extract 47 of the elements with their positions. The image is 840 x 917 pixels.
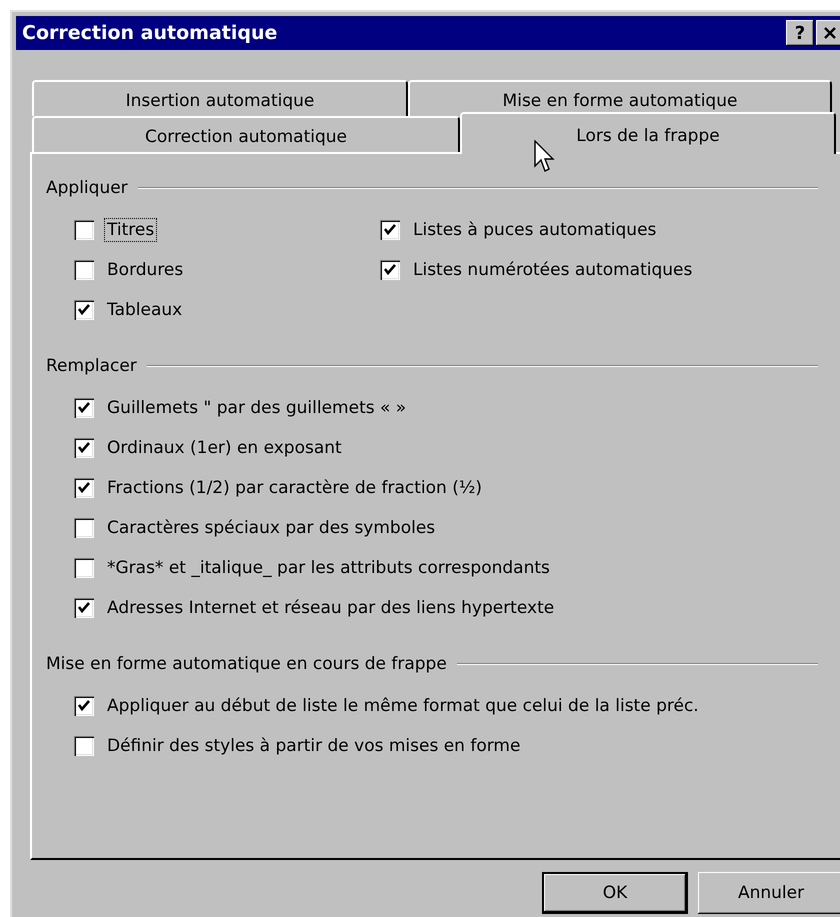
- checkbox-label[interactable]: Bordures: [104, 258, 186, 282]
- checkmark-icon: [77, 699, 91, 713]
- checkbox-label[interactable]: Guillemets " par des guillemets « »: [104, 396, 410, 420]
- checkbox-label[interactable]: Définir des styles à partir de vos mises en forme: [104, 734, 524, 758]
- checkbox[interactable]: [74, 438, 94, 458]
- dialog-button[interactable]: Annuler: [698, 872, 840, 914]
- checkbox-label[interactable]: Appliquer au début de liste le même format que celui de la liste préc.: [104, 694, 702, 718]
- checkbox[interactable]: [74, 518, 94, 538]
- checkbox-label[interactable]: Titres: [104, 218, 158, 242]
- tab[interactable]: Correction automatique: [32, 116, 460, 152]
- tab[interactable]: Lors de la frappe: [460, 112, 836, 154]
- checkbox-label[interactable]: Ordinaux (1er) en exposant: [104, 436, 345, 460]
- checkbox[interactable]: [74, 220, 94, 240]
- checkbox[interactable]: [74, 260, 94, 280]
- group-title: Remplacer: [46, 356, 137, 376]
- checkbox-label[interactable]: Tableaux: [104, 298, 186, 322]
- group-title: Appliquer: [46, 178, 128, 198]
- checkbox[interactable]: [74, 398, 94, 418]
- checkbox[interactable]: [74, 300, 94, 320]
- checkmark-icon: [77, 441, 91, 455]
- dialog-button[interactable]: OK: [542, 872, 688, 914]
- checkbox[interactable]: [74, 598, 94, 618]
- close-icon: [823, 26, 837, 40]
- checkmark-icon: [77, 401, 91, 415]
- checkbox[interactable]: [380, 260, 400, 280]
- checkbox-label[interactable]: Fractions (1/2) par caractère de fraction (½): [104, 476, 485, 500]
- checkbox-label[interactable]: *Gras* et _italique_ par les attributs correspondants: [104, 556, 553, 580]
- checkbox[interactable]: [74, 478, 94, 498]
- checkbox-label[interactable]: Caractères spéciaux par des symboles: [104, 516, 438, 540]
- checkbox-label[interactable]: Listes à puces automatiques: [410, 218, 660, 242]
- mouse-pointer-icon: [534, 140, 556, 174]
- checkbox[interactable]: [74, 736, 94, 756]
- help-button[interactable]: ?: [786, 20, 814, 46]
- checkbox-label[interactable]: Listes numérotées automatiques: [410, 258, 696, 282]
- checkmark-icon: [383, 263, 397, 277]
- checkmark-icon: [383, 223, 397, 237]
- checkmark-icon: [77, 303, 91, 317]
- checkmark-icon: [77, 481, 91, 495]
- checkbox-label[interactable]: Adresses Internet et réseau par des liens hypertexte: [104, 596, 558, 620]
- checkmark-icon: [77, 601, 91, 615]
- checkbox[interactable]: [74, 558, 94, 578]
- tab[interactable]: Insertion automatique: [32, 80, 408, 116]
- window-title: Correction automatique: [22, 22, 278, 44]
- group-title: Mise en forme automatique en cours de frappe: [46, 654, 447, 674]
- checkbox[interactable]: [380, 220, 400, 240]
- close-button[interactable]: [816, 20, 840, 46]
- checkbox[interactable]: [74, 696, 94, 716]
